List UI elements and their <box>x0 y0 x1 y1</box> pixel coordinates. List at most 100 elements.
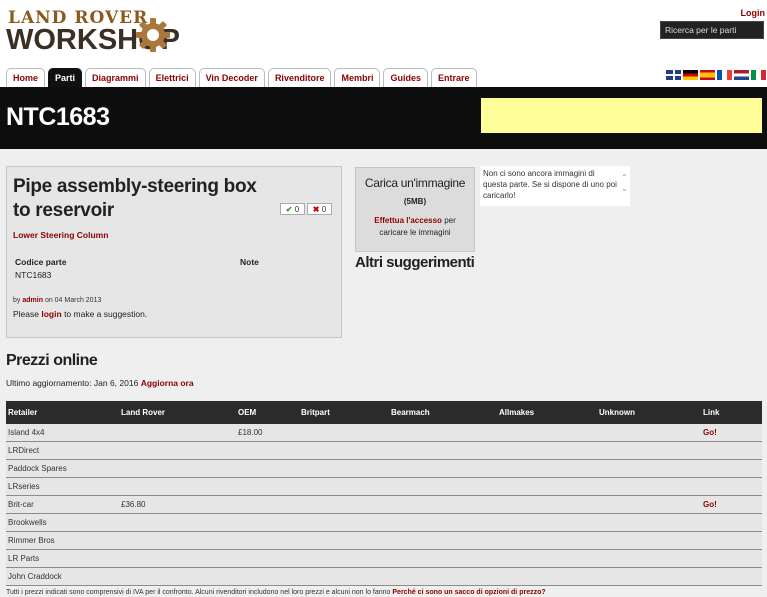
footnote-text: Tutti i prezzi indicati sono comprensivi… <box>6 589 391 596</box>
flag-french-icon[interactable] <box>717 70 732 80</box>
price-cell <box>597 531 701 550</box>
go-link[interactable]: Go! <box>701 495 762 514</box>
other-suggestions-heading: Altri suggerimenti <box>355 254 475 271</box>
table-row: LRseries <box>6 477 762 496</box>
tab-home[interactable]: Home <box>6 68 46 87</box>
flag-spanish-icon[interactable] <box>700 70 715 80</box>
price-cell <box>597 477 701 496</box>
refresh-link[interactable]: Aggiorna ora <box>141 378 194 388</box>
table-row: John Craddock <box>6 567 762 586</box>
advertisement[interactable] <box>481 98 762 133</box>
price-cell <box>597 495 701 514</box>
retailer-name: Brookwells <box>6 513 119 532</box>
price-cell <box>389 549 497 568</box>
column-header: Britpart <box>299 401 389 424</box>
footnote-link[interactable]: Perché ci sono un sacco di opzioni di pr… <box>392 589 545 596</box>
price-cell <box>299 513 389 532</box>
scroll-arrows-icon[interactable]: ⌃ ⌄ <box>621 172 628 194</box>
tab-guides[interactable]: Guides <box>383 68 428 87</box>
price-cell <box>119 531 236 550</box>
prices-table: Retailer Land Rover OEM Britpart Bearmac… <box>6 401 762 586</box>
price-cell <box>236 567 299 586</box>
cross-icon: ✖ <box>312 205 320 214</box>
column-header: Land Rover <box>119 401 236 424</box>
category-link[interactable]: Lower Steering Column <box>13 230 108 240</box>
price-cell <box>497 477 597 496</box>
price-cell <box>299 531 389 550</box>
part-details-box: Pipe assembly-steering box to reservoir … <box>6 166 342 338</box>
price-cell <box>236 531 299 550</box>
tab-entrare[interactable]: Entrare <box>430 68 477 87</box>
tab-diagrammi[interactable]: Diagrammi <box>85 68 146 87</box>
language-flags <box>666 70 766 80</box>
price-cell <box>597 459 701 478</box>
table-row: Brit-car £36.80 Go! <box>6 495 762 514</box>
price-cell <box>597 549 701 568</box>
price-cell <box>119 549 236 568</box>
tab-parti[interactable]: Parti <box>48 68 83 87</box>
last-updated-text: Ultimo aggiornamento: Jan 6, 2016 <box>6 378 139 388</box>
downvote-count: 0 <box>321 205 327 214</box>
upload-login-link[interactable]: Effettua l'accesso <box>374 216 442 225</box>
price-cell <box>497 424 597 442</box>
downvote-button[interactable]: ✖ 0 <box>307 203 332 215</box>
price-cell <box>236 477 299 496</box>
tab-membri[interactable]: Membri <box>334 68 381 87</box>
suggest-login-link[interactable]: login <box>41 309 61 319</box>
price-cell <box>389 459 497 478</box>
upvote-count: 0 <box>294 205 300 214</box>
retailer-name: Paddock Spares <box>6 459 119 478</box>
code-label: Codice parte <box>15 257 67 267</box>
price-cell <box>119 424 236 442</box>
price-cell <box>497 549 597 568</box>
suggestion-line: Please login to make a suggestion. <box>13 309 147 319</box>
price-cell <box>299 549 389 568</box>
price-cell <box>497 567 597 586</box>
tab-elettrici[interactable]: Elettrici <box>148 68 196 87</box>
go-link <box>701 477 762 496</box>
table-row: LRDirect <box>6 441 762 460</box>
price-cell <box>236 459 299 478</box>
price-cell <box>497 531 597 550</box>
retailer-name: John Craddock <box>6 567 119 586</box>
page-title: NTC1683 <box>6 103 110 131</box>
go-link[interactable]: Go! <box>701 424 762 442</box>
flag-italian-icon[interactable] <box>751 70 766 80</box>
vote-buttons: ✔ 0 ✖ 0 <box>280 203 332 215</box>
price-cell <box>119 441 236 460</box>
last-updated: Ultimo aggiornamento: Jan 6, 2016 Aggior… <box>6 378 194 388</box>
price-cell <box>299 424 389 442</box>
go-link <box>701 441 762 460</box>
search-input[interactable] <box>660 21 764 39</box>
site-logo[interactable]: LAND ROVER WORKSHOP <box>6 6 196 56</box>
tab-rivenditore[interactable]: Rivenditore <box>267 68 332 87</box>
price-cell <box>497 459 597 478</box>
tab-vin-decoder[interactable]: Vin Decoder <box>198 68 265 87</box>
go-link <box>701 549 762 568</box>
flag-dutch-icon[interactable] <box>734 70 749 80</box>
upvote-button[interactable]: ✔ 0 <box>280 203 305 215</box>
price-cell <box>597 513 701 532</box>
price-cell <box>597 441 701 460</box>
price-cell <box>389 495 497 514</box>
table-row: Brookwells <box>6 513 762 532</box>
no-images-message: Non ci sono ancora immagini di questa pa… <box>480 166 630 206</box>
retailer-name: LRseries <box>6 477 119 496</box>
post-date: on 04 March 2013 <box>44 297 102 304</box>
flag-german-icon[interactable] <box>683 70 698 80</box>
price-cell <box>299 477 389 496</box>
upload-size: (5MB) <box>403 197 427 206</box>
gear-icon <box>136 18 170 52</box>
price-cell <box>119 477 236 496</box>
table-row: Island 4x4 £18.00 Go! <box>6 424 762 442</box>
code-value: NTC1683 <box>15 270 52 280</box>
prices-heading: Prezzi online <box>6 352 98 369</box>
price-cell <box>497 513 597 532</box>
login-link[interactable]: Login <box>741 8 766 18</box>
upload-note: Effettua l'accesso per caricare le immag… <box>362 215 468 239</box>
flag-english-icon[interactable] <box>666 70 681 80</box>
price-cell <box>119 567 236 586</box>
upload-title: Carica un'immagine <box>364 176 466 190</box>
author-link[interactable]: admin <box>22 297 43 304</box>
note-label: Note <box>240 257 259 267</box>
